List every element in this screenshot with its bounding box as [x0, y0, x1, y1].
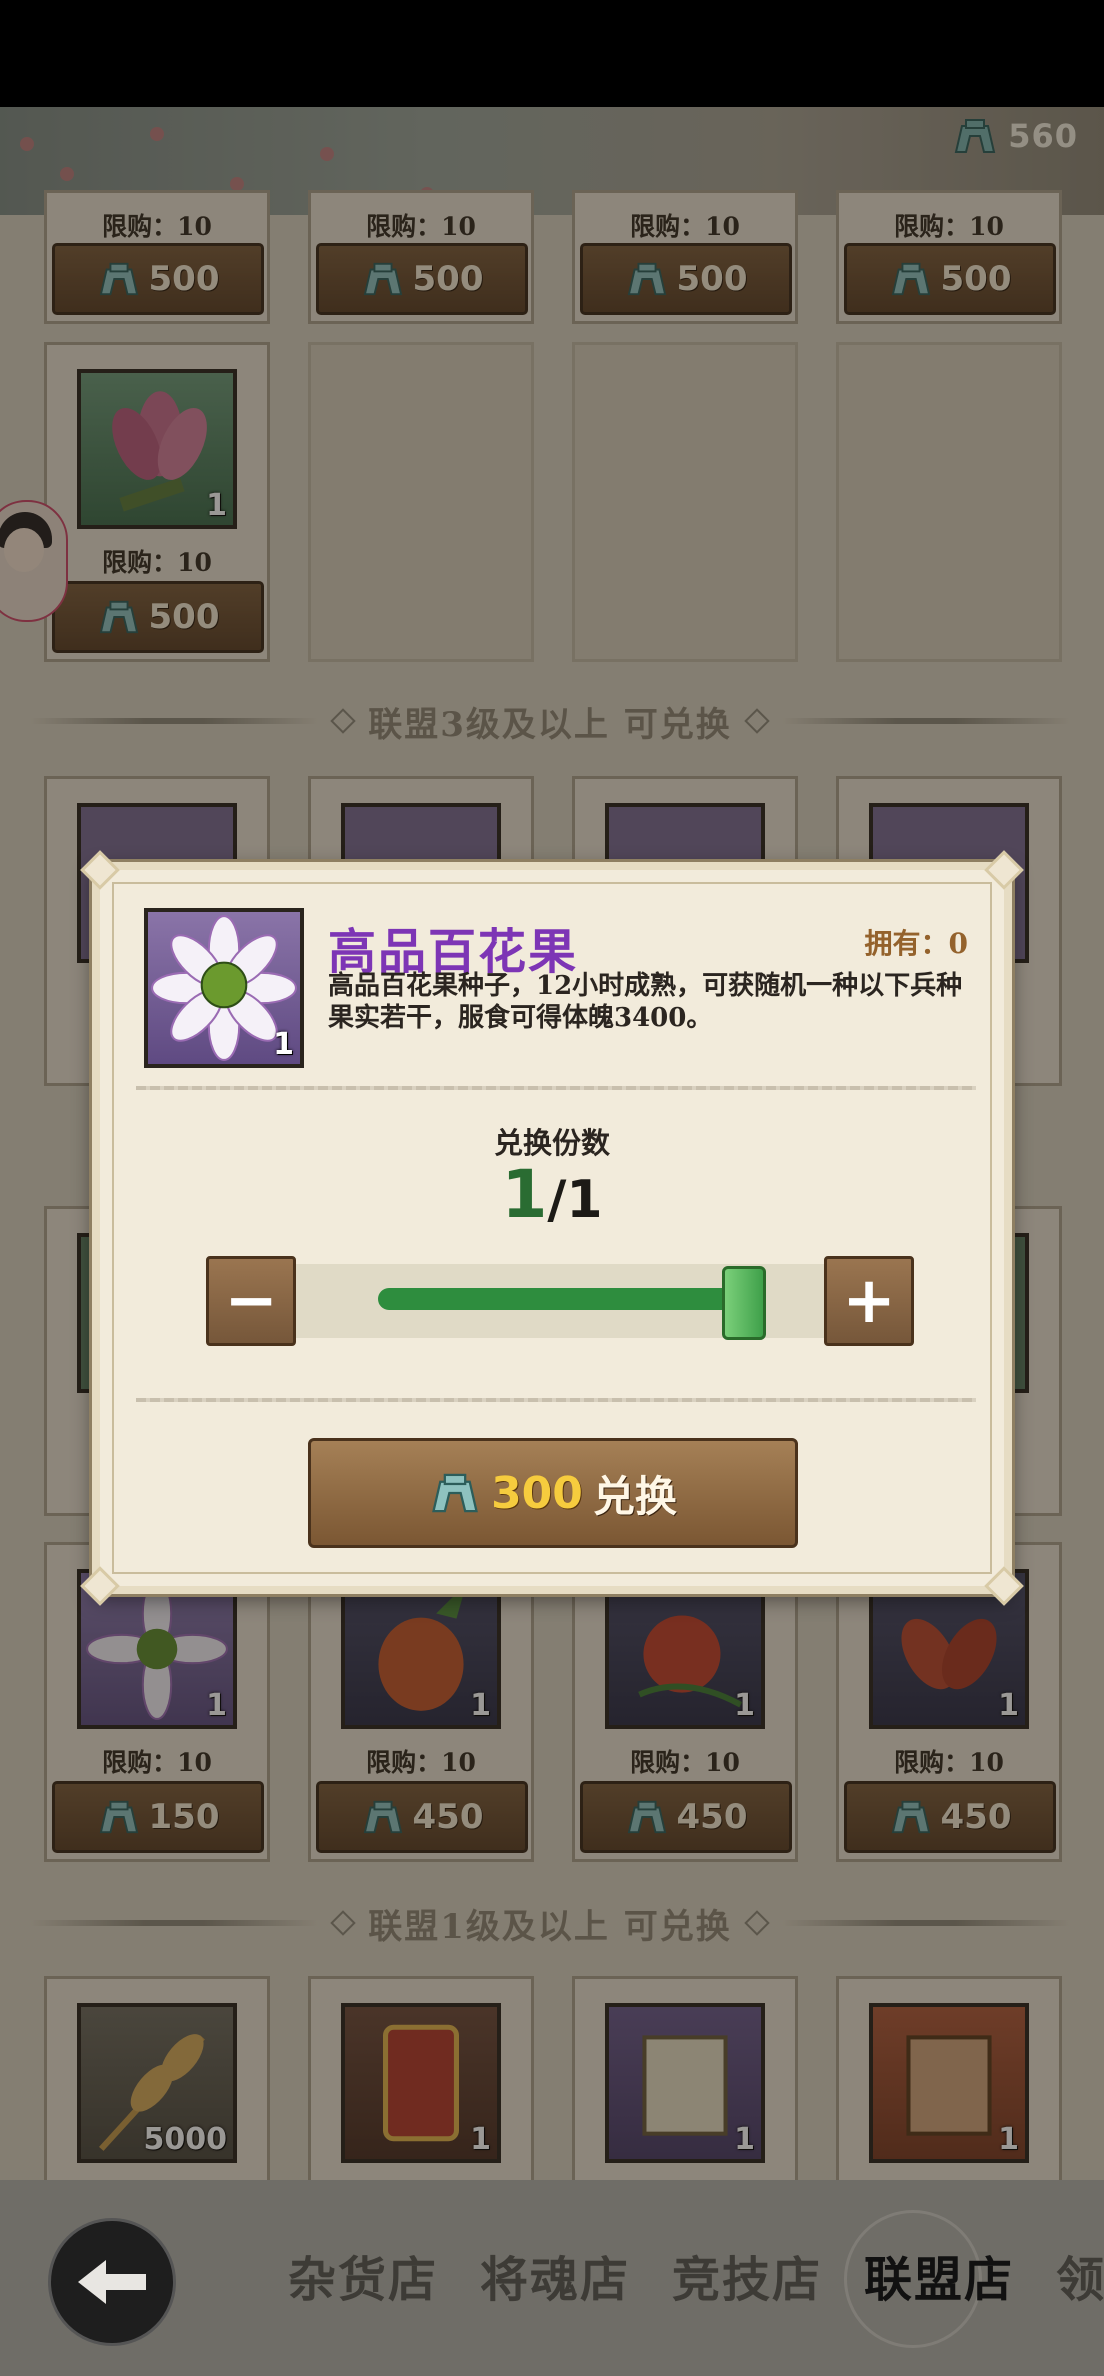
tab-general-store[interactable]: 杂货店: [288, 2240, 438, 2310]
quantity-slider[interactable]: − +: [206, 1256, 914, 1346]
owned-count: 拥有：0: [864, 927, 968, 960]
quantity-readout: 1/1: [100, 1156, 1004, 1233]
tab-soul-store[interactable]: 将魂店: [480, 2240, 630, 2310]
status-bar: [0, 0, 1104, 107]
quantity-max: /1: [547, 1170, 603, 1230]
decrease-button[interactable]: −: [206, 1256, 296, 1346]
item-quantity: 1: [273, 1027, 294, 1062]
back-button[interactable]: [48, 2218, 176, 2346]
coin-icon: [432, 1473, 478, 1513]
tab-alliance-store[interactable]: 联盟店: [864, 2240, 1014, 2310]
tab-arena-store[interactable]: 竞技店: [672, 2240, 822, 2310]
exchange-price: 300: [491, 1467, 583, 1519]
item-description: 高品百花果种子，12小时成熟，可获随机一种以下兵种果实若干，服食可得体魄3400…: [328, 971, 963, 1033]
slider-fill: [378, 1288, 744, 1310]
slider-thumb[interactable]: [722, 1266, 766, 1340]
divider: [136, 1398, 976, 1402]
divider: [136, 1086, 976, 1090]
tab-territory-store[interactable]: 领地: [1056, 2240, 1104, 2310]
exchange-dialog: 1 高品百花果 拥有：0 高品百花果种子，12小时成熟，可获随机一种以下兵种果实…: [80, 850, 1024, 1606]
exchange-button[interactable]: 300 兑换: [308, 1438, 798, 1548]
increase-button[interactable]: +: [824, 1256, 914, 1346]
quantity-current: 1: [501, 1156, 548, 1233]
arrow-left-icon: [78, 2260, 146, 2304]
exchange-label: 兑换: [592, 1471, 677, 1521]
dialog-item-image: 1: [144, 908, 304, 1068]
shop-tabs: 杂货店 将魂店 竞技店 联盟店 领地: [288, 2240, 1104, 2320]
